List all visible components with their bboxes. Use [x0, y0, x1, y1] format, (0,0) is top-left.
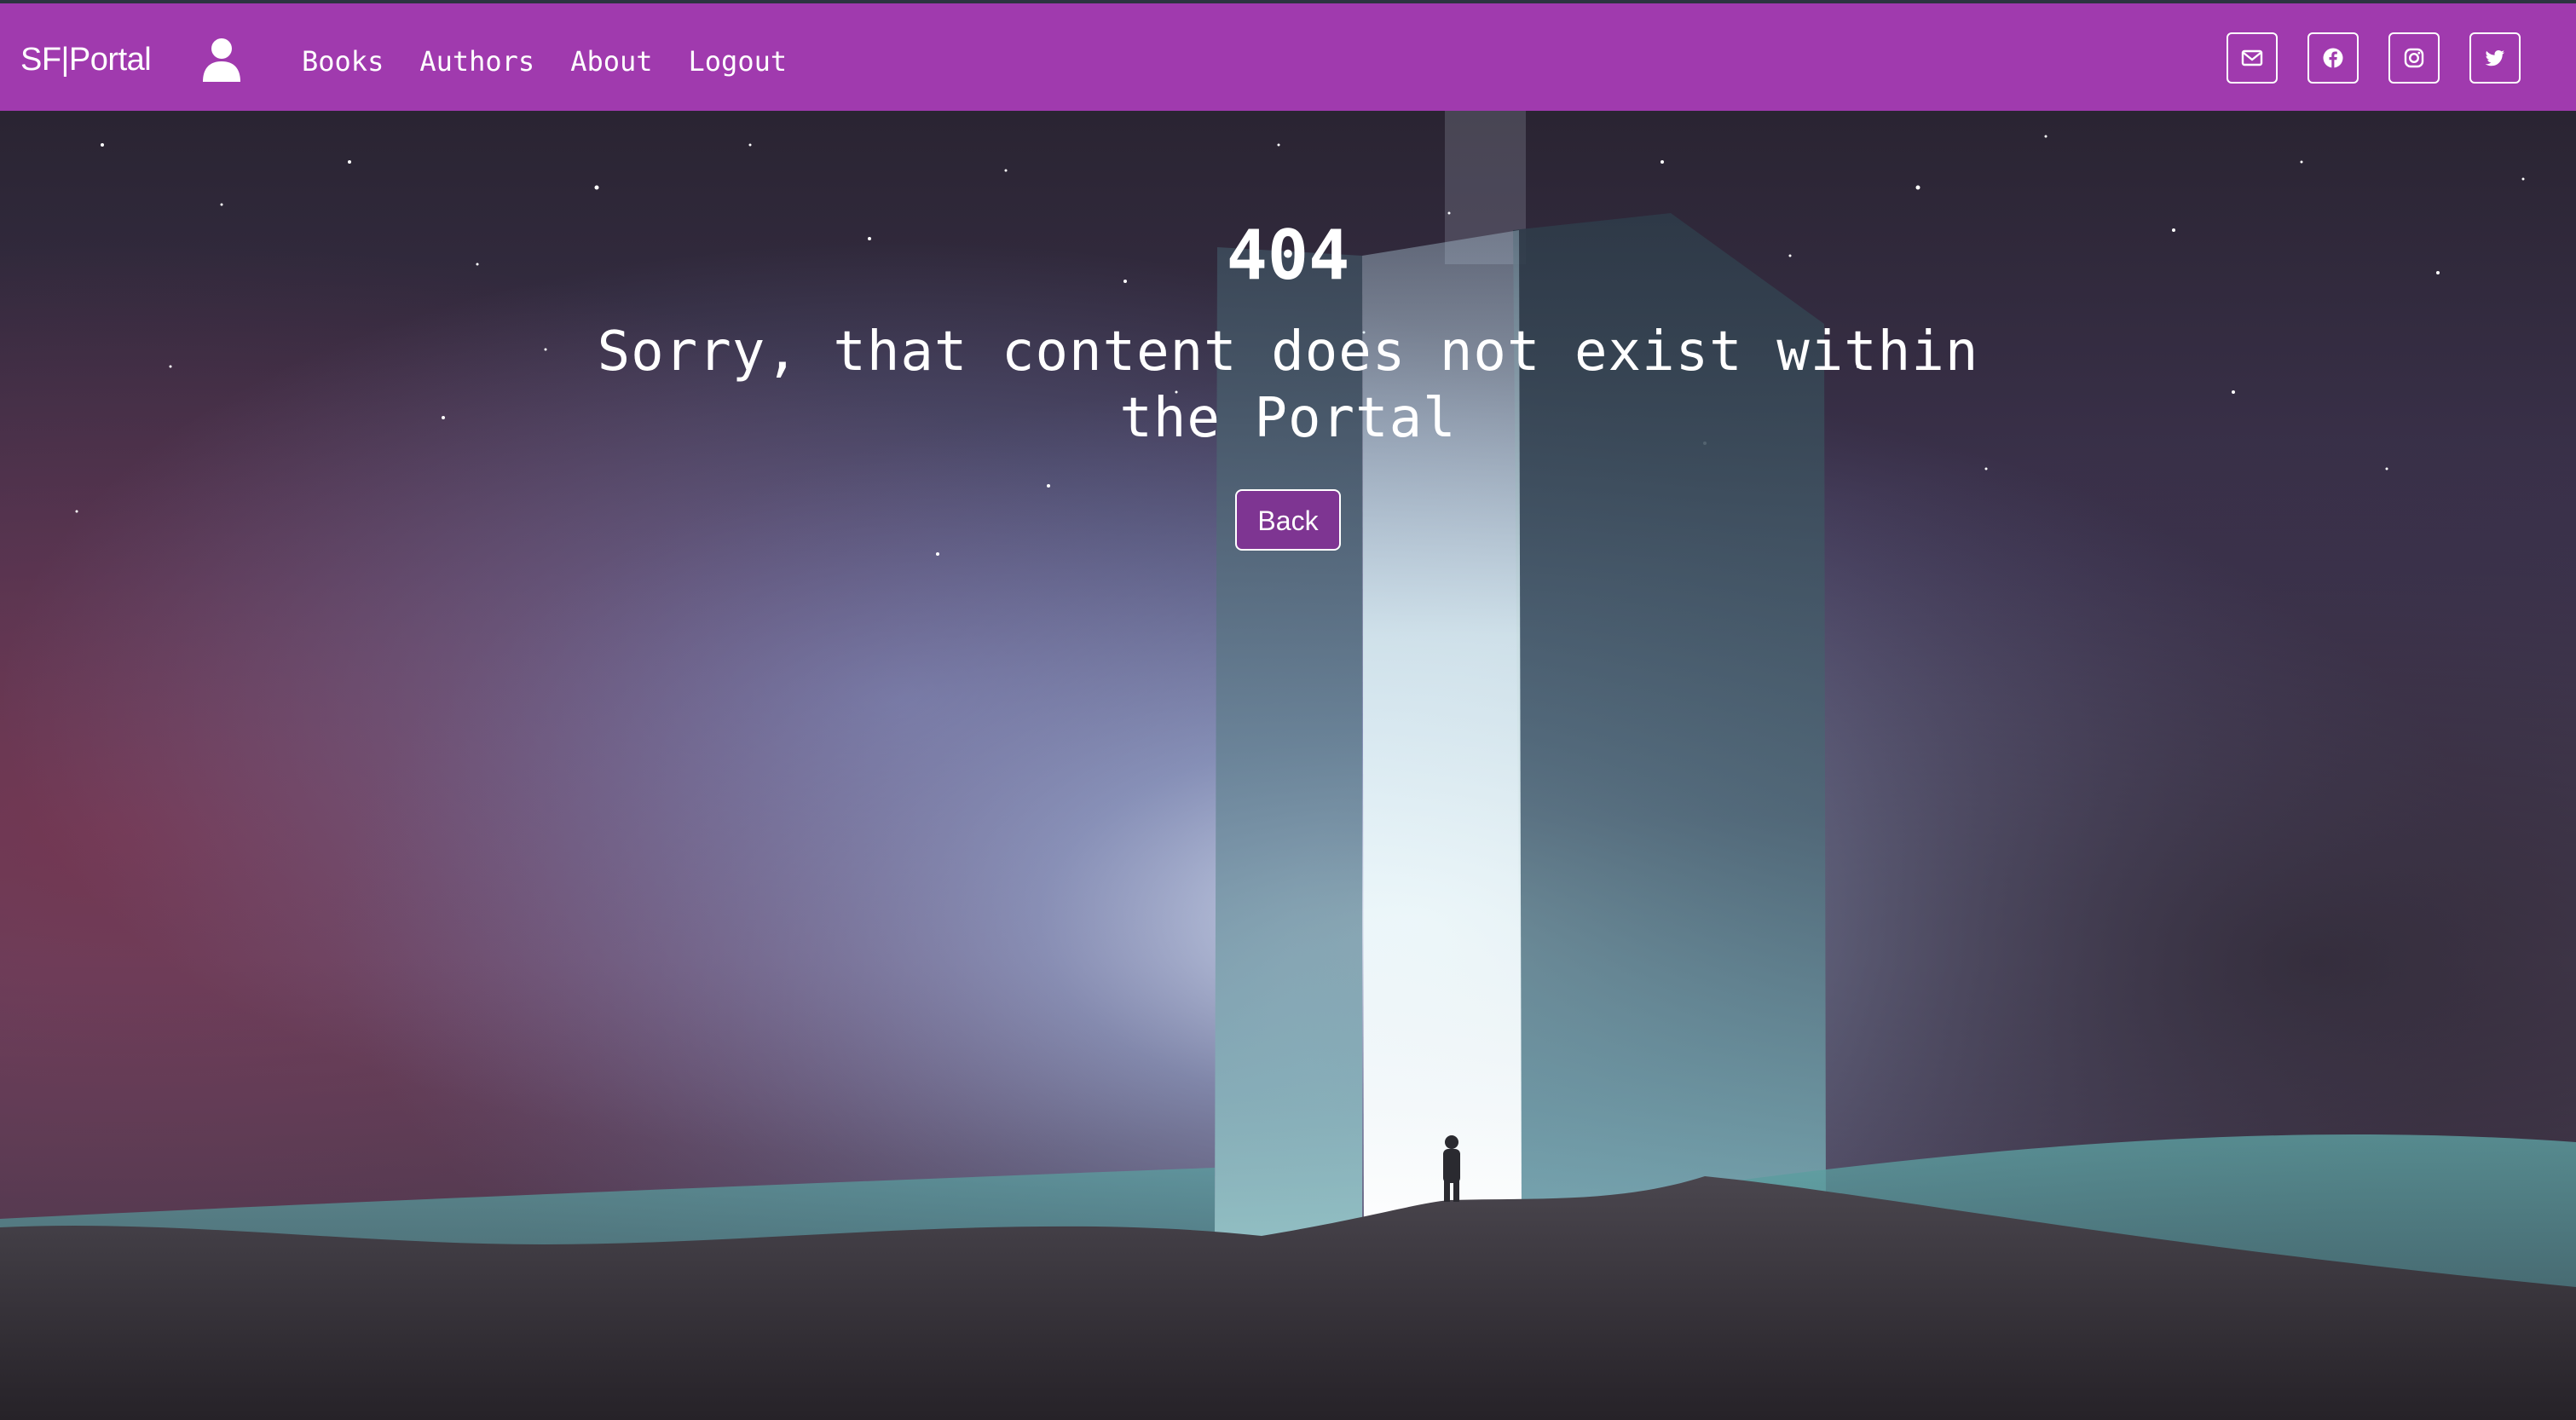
mail-button[interactable] — [2227, 32, 2278, 84]
instagram-icon — [2404, 48, 2424, 68]
instagram-button[interactable] — [2388, 32, 2440, 84]
brand-logo[interactable]: SF|Portal — [20, 34, 152, 85]
nav-link-logout[interactable]: Logout — [689, 38, 788, 85]
nav-links: Books Authors About Logout — [302, 38, 823, 85]
facebook-icon — [2323, 48, 2343, 68]
twitter-button[interactable] — [2469, 32, 2521, 84]
error-message: Sorry, that content does not exist withi… — [597, 320, 1979, 450]
facebook-button[interactable] — [2307, 32, 2359, 84]
user-icon[interactable] — [201, 38, 242, 82]
error-code: 404 — [1226, 216, 1350, 295]
error-content: 404 Sorry, that content does not exist w… — [0, 213, 2576, 551]
back-button[interactable]: Back — [1235, 489, 1341, 551]
nav-link-books[interactable]: Books — [302, 38, 384, 85]
mail-icon — [2241, 49, 2263, 66]
navbar: SF|Portal Books Authors About Logout — [0, 0, 2576, 111]
nav-link-about[interactable]: About — [570, 38, 652, 85]
twitter-icon — [2485, 50, 2504, 66]
nav-link-authors[interactable]: Authors — [419, 38, 534, 85]
